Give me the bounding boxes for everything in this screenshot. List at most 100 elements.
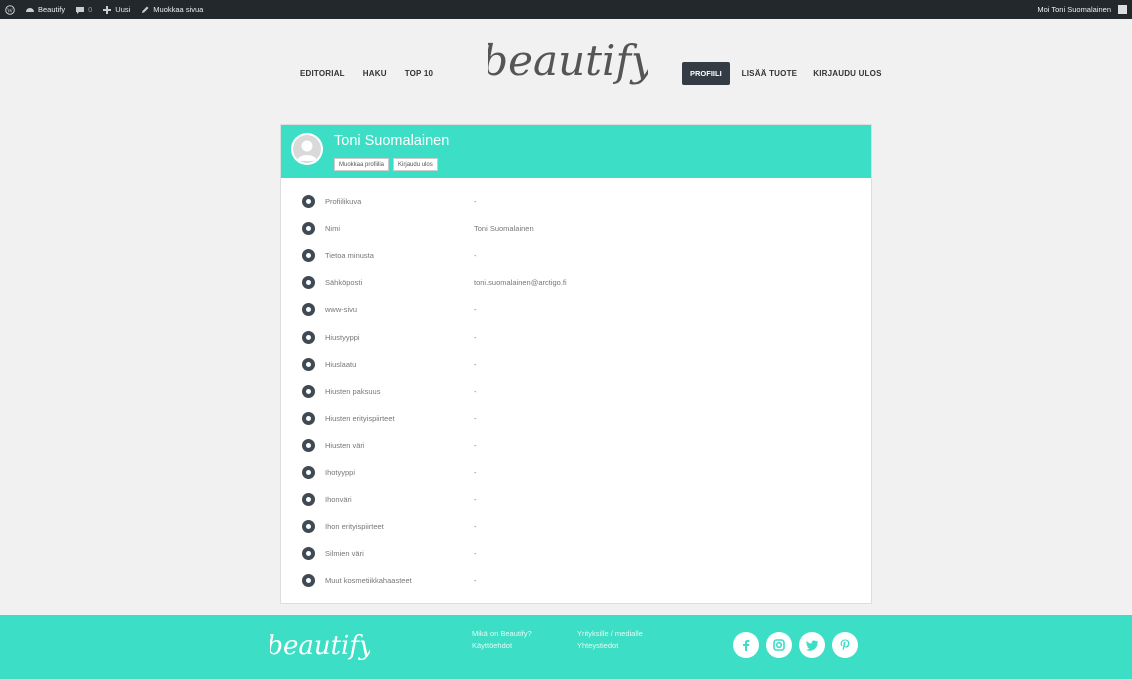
field-value: - xyxy=(474,359,477,369)
field-value: - xyxy=(474,332,477,342)
nav-haku[interactable]: HAKU xyxy=(363,69,387,78)
pencil-icon xyxy=(302,249,315,263)
field-label: Hiusten erityispiirteet xyxy=(325,413,395,423)
field-label: Ihon erityispiirteet xyxy=(325,522,384,532)
svg-text:beautify: beautify xyxy=(488,36,648,85)
field-value: - xyxy=(474,251,477,261)
site-logo[interactable]: beautify xyxy=(488,27,648,97)
nav-add-product[interactable]: LISÄÄ TUOTE xyxy=(742,69,798,78)
site-footer: beautify Mikä on Beautify? Käyttöehdot Y… xyxy=(0,615,1132,679)
greeting: Moi Toni Suomalainen xyxy=(1037,5,1111,14)
field-row: Hiusten paksuus - xyxy=(281,378,871,405)
edit-profile-button[interactable]: Muokkaa profiilia xyxy=(334,158,390,171)
edit-label: Muokkaa sivua xyxy=(153,5,204,14)
field-label: Tietoa minusta xyxy=(325,251,374,261)
circle-icon xyxy=(302,547,315,561)
wordpress-menu[interactable]: W xyxy=(0,0,20,19)
admin-bar: W Beautify 0 Uusi Muokkaa sivua Moi Toni… xyxy=(0,0,1132,19)
avatar xyxy=(291,133,323,165)
field-label: Ihonväri xyxy=(325,495,352,505)
circle-icon xyxy=(302,465,315,479)
circle-icon xyxy=(302,438,315,452)
comment-icon xyxy=(76,6,85,14)
user-icon xyxy=(302,222,315,236)
field-label: Ihotyyppi xyxy=(325,467,356,477)
nav-logout[interactable]: KIRJAUDU ULOS xyxy=(813,69,881,78)
admin-avatar xyxy=(1118,5,1127,14)
field-value: - xyxy=(474,467,477,477)
profile-name: Toni Suomalainen xyxy=(334,133,450,149)
profile-header: Toni Suomalainen Muokkaa profiilia Kirja… xyxy=(281,125,871,178)
field-label: Hiustyyppi xyxy=(325,332,360,342)
site-name: Beautify xyxy=(38,5,66,14)
field-value: - xyxy=(474,495,477,505)
dashboard-icon xyxy=(26,7,34,12)
field-row: Hiusten väri - xyxy=(281,432,871,459)
edit-pencil-icon xyxy=(142,6,149,13)
primary-nav-right: PROFIILI LISÄÄ TUOTE KIRJAUDU ULOS xyxy=(682,62,898,85)
circle-icon xyxy=(302,493,315,507)
user-placeholder-icon xyxy=(297,140,317,161)
field-value: - xyxy=(474,305,477,315)
field-row: www-sivu - xyxy=(281,296,871,323)
field-value: - xyxy=(474,576,477,586)
footer-link-business[interactable]: Yrityksille / medialle xyxy=(577,629,643,638)
circle-icon xyxy=(302,520,315,534)
site-header: EDITORIAL HAKU TOP 10 beautify PROFIILI … xyxy=(0,19,1132,124)
site-name-menu[interactable]: Beautify xyxy=(20,0,70,19)
new-label: Uusi xyxy=(115,5,131,14)
field-row: Ihonväri - xyxy=(281,486,871,513)
field-label: Hiuslaatu xyxy=(325,359,357,369)
edit-page-menu[interactable]: Muokkaa sivua xyxy=(135,0,208,19)
nav-editorial[interactable]: EDITORIAL xyxy=(300,69,345,78)
facebook-icon[interactable] xyxy=(733,632,759,658)
field-value: - xyxy=(474,549,477,559)
plus-icon xyxy=(103,5,112,14)
logout-button[interactable]: Kirjaudu ulos xyxy=(393,158,438,171)
footer-logo[interactable]: beautify xyxy=(270,621,370,671)
field-label: Silmien väri xyxy=(325,549,364,559)
field-label: www-sivu xyxy=(325,305,358,315)
comments-menu[interactable]: 0 xyxy=(70,0,97,19)
primary-nav-left: EDITORIAL HAKU TOP 10 xyxy=(300,69,451,78)
footer-link-about[interactable]: Mikä on Beautify? xyxy=(472,629,532,638)
field-label: Muut kosmetiikkahaasteet xyxy=(325,576,412,586)
profile-card: Toni Suomalainen Muokkaa profiilia Kirja… xyxy=(280,124,872,604)
field-row: Ihon erityispiirteet - xyxy=(281,513,871,540)
link-icon xyxy=(302,303,315,317)
camera-icon xyxy=(302,195,315,209)
wordpress-icon: W xyxy=(5,4,15,15)
comments-count: 0 xyxy=(88,5,93,14)
field-label: Hiusten väri xyxy=(325,440,365,450)
new-content-menu[interactable]: Uusi xyxy=(97,0,135,19)
field-row: Hiuslaatu - xyxy=(281,351,871,378)
field-row: Profiilikuva - xyxy=(281,188,871,215)
field-row: Muut kosmetiikkahaasteet - xyxy=(281,567,871,594)
field-row: Hiusten erityispiirteet - xyxy=(281,405,871,432)
footer-links-col2: Yrityksille / medialle Yhteystiedot xyxy=(577,629,643,653)
field-label: Hiusten paksuus xyxy=(325,386,381,396)
circle-icon xyxy=(302,357,315,371)
field-row: Nimi Toni Suomalainen xyxy=(281,215,871,242)
field-row: Ihotyyppi - xyxy=(281,459,871,486)
circle-icon xyxy=(302,384,315,398)
nav-profiili[interactable]: PROFIILI xyxy=(682,62,730,85)
circle-icon xyxy=(302,330,315,344)
footer-link-contact[interactable]: Yhteystiedot xyxy=(577,641,643,650)
instagram-icon[interactable] xyxy=(766,632,792,658)
field-value: - xyxy=(474,386,477,396)
circle-icon xyxy=(302,574,315,588)
account-menu[interactable]: Moi Toni Suomalainen xyxy=(1032,0,1132,19)
twitter-icon[interactable] xyxy=(799,632,825,658)
pinterest-icon[interactable] xyxy=(832,632,858,658)
field-row: Silmien väri - xyxy=(281,540,871,567)
field-label: Profiilikuva xyxy=(325,197,362,207)
footer-link-terms[interactable]: Käyttöehdot xyxy=(472,641,532,650)
field-label: Sähköposti xyxy=(325,278,363,288)
field-value: Toni Suomalainen xyxy=(474,224,534,234)
profile-fields: Profiilikuva - Nimi Toni Suomalainen Tie… xyxy=(281,188,871,594)
footer-links-col1: Mikä on Beautify? Käyttöehdot xyxy=(472,629,532,653)
nav-top10[interactable]: TOP 10 xyxy=(405,69,433,78)
field-row: Tietoa minusta - xyxy=(281,242,871,269)
circle-icon xyxy=(302,411,315,425)
